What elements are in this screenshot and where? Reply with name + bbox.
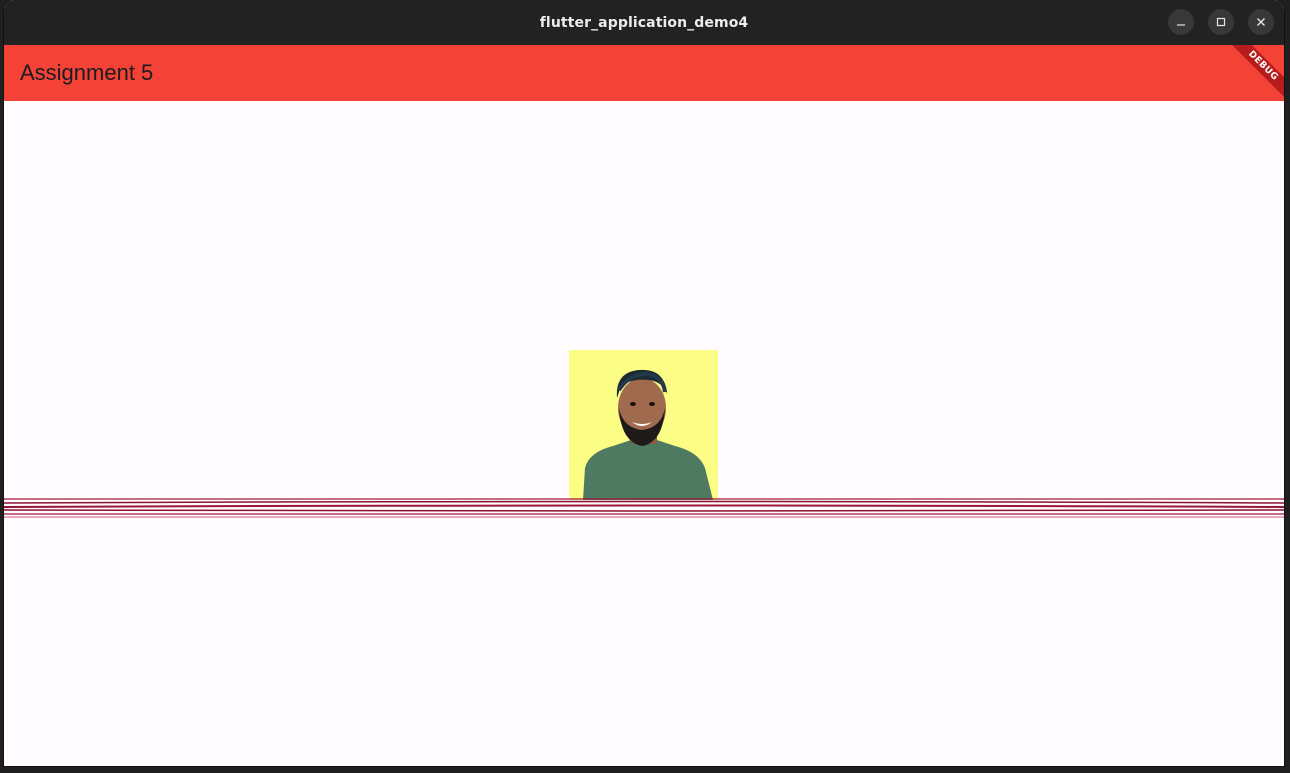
app-bar: Assignment 5 (4, 45, 1284, 101)
close-button[interactable] (1248, 9, 1274, 35)
minimize-button[interactable] (1168, 9, 1194, 35)
app-body (4, 101, 1284, 766)
app-window: flutter_application_demo4 Assignment 5 D… (4, 0, 1284, 766)
close-icon (1257, 18, 1265, 26)
maximize-button[interactable] (1208, 9, 1234, 35)
minimize-icon (1177, 24, 1185, 26)
person-portrait-image (569, 350, 718, 500)
window-titlebar[interactable]: flutter_application_demo4 (4, 0, 1284, 45)
profile-photo (569, 350, 718, 500)
window-title: flutter_application_demo4 (539, 14, 749, 31)
maximize-icon (1216, 17, 1226, 27)
window-controls (1168, 9, 1274, 35)
horizontal-divider-lines (4, 498, 1284, 518)
app-bar-title: Assignment 5 (20, 60, 154, 85)
